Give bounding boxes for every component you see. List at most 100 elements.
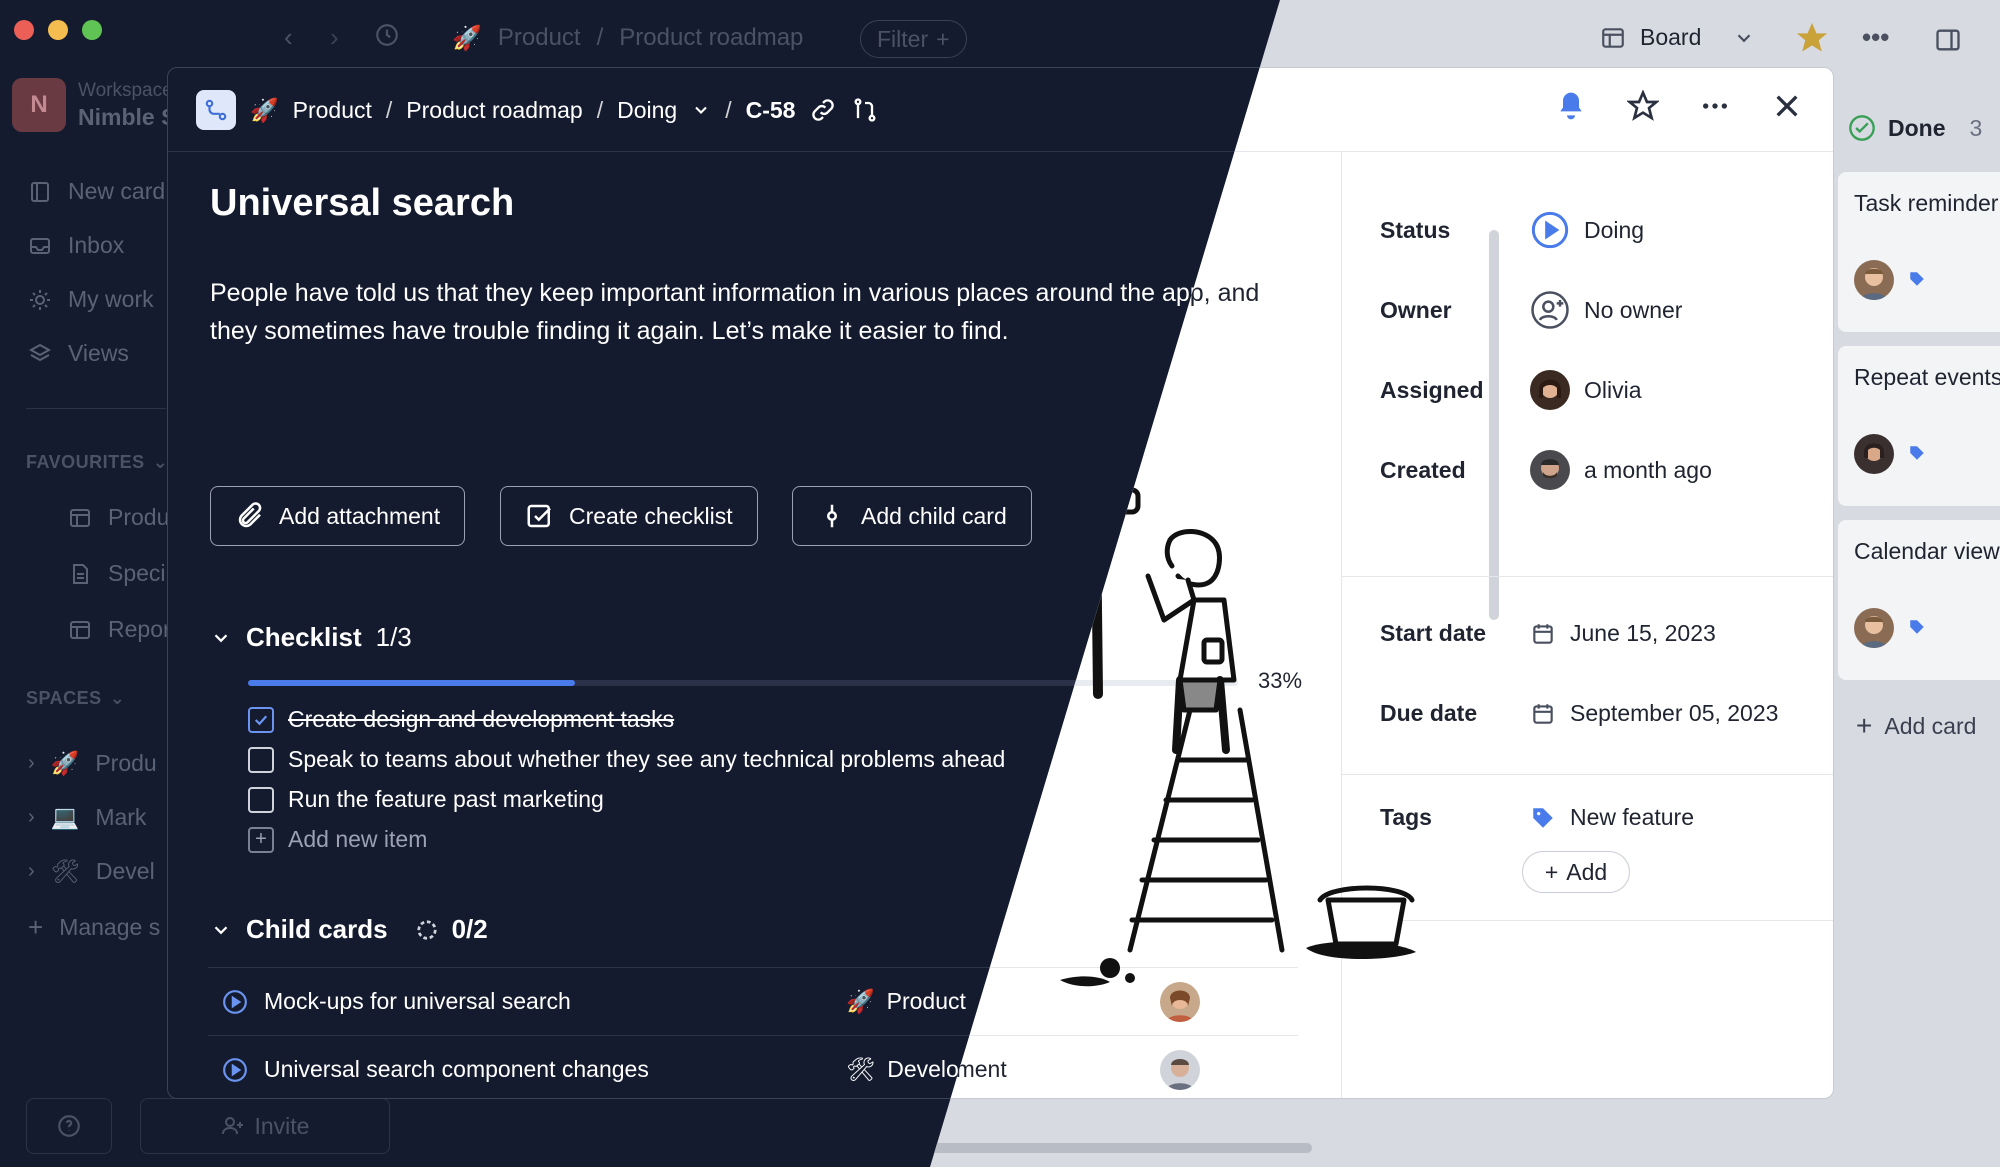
space-item[interactable]: › 🚀 Produ bbox=[28, 750, 157, 777]
new-card-icon bbox=[31, 181, 49, 202]
favourite-star-icon[interactable] bbox=[1796, 22, 1828, 54]
created-value: a month ago bbox=[1584, 456, 1712, 483]
assignee-avatar[interactable] bbox=[1160, 1049, 1200, 1090]
breadcrumb-space[interactable]: Product bbox=[293, 97, 372, 124]
add-child-card-label: Add child card bbox=[861, 502, 1007, 529]
forward-arrow-icon[interactable]: › bbox=[330, 22, 339, 53]
close-icon[interactable] bbox=[1771, 90, 1803, 122]
status-row[interactable]: Status Doing bbox=[1380, 210, 1644, 250]
checklist-checkbox[interactable] bbox=[248, 706, 274, 733]
more-options-icon[interactable] bbox=[1699, 90, 1731, 122]
filter-button[interactable]: Filter + bbox=[860, 20, 967, 58]
checklist-checkbox[interactable] bbox=[248, 746, 274, 773]
card-description[interactable]: People have told us that they keep impor… bbox=[210, 274, 1270, 350]
space-item[interactable]: › 🛠 Devel bbox=[28, 858, 155, 885]
due-date-value: September 05, 2023 bbox=[1570, 700, 1779, 726]
tools-icon: 🛠 bbox=[846, 1056, 876, 1082]
board-card[interactable]: Calendar view bbox=[1838, 520, 2000, 680]
start-date-value: June 15, 2023 bbox=[1570, 620, 1716, 646]
sidebar-item-label: Views bbox=[68, 340, 129, 366]
favourites-section-header[interactable]: FAVOURITES ⌄ bbox=[26, 452, 168, 473]
assigned-label: Assigned bbox=[1380, 376, 1484, 403]
view-label: Board bbox=[1640, 24, 1702, 50]
done-column-header[interactable]: Done 3 bbox=[1848, 114, 1982, 142]
rocket-icon: 🚀 bbox=[250, 96, 279, 123]
minimize-window-dot[interactable] bbox=[48, 20, 68, 40]
breadcrumb-column[interactable]: Doing bbox=[617, 97, 677, 124]
document-icon bbox=[73, 563, 88, 584]
manage-spaces-item[interactable]: + Manage s bbox=[28, 912, 160, 943]
help-button[interactable] bbox=[26, 1098, 112, 1154]
more-options-icon[interactable]: ••• bbox=[1862, 22, 1889, 53]
board-card[interactable]: Task reminder bbox=[1838, 172, 2000, 332]
board-card[interactable]: Repeat events bbox=[1838, 346, 2000, 506]
tag-icon bbox=[1533, 807, 1553, 828]
tools-icon: 🛠 bbox=[50, 858, 80, 884]
manage-spaces-label: Manage s bbox=[59, 914, 161, 940]
favourite-item[interactable]: Produ bbox=[68, 504, 169, 531]
add-child-card-button[interactable]: Add child card bbox=[792, 486, 1032, 546]
maximize-window-dot[interactable] bbox=[82, 20, 102, 40]
card-title[interactable]: Universal search bbox=[210, 182, 514, 225]
toolbar-breadcrumb-space[interactable]: Product bbox=[498, 24, 581, 53]
workspace-avatar[interactable]: N bbox=[12, 78, 66, 132]
plus-box-icon: + bbox=[248, 826, 274, 853]
invite-button[interactable]: Invite bbox=[140, 1098, 390, 1154]
sidebar-item-new-card[interactable]: New card bbox=[28, 178, 165, 205]
add-card-label: Add card bbox=[1884, 712, 1977, 739]
chevron-down-icon bbox=[214, 925, 228, 934]
favourite-label: Speci bbox=[108, 560, 166, 586]
add-checklist-item[interactable]: + Add new item bbox=[248, 826, 427, 853]
tag-chip[interactable]: New feature bbox=[1530, 804, 1694, 831]
workspace-name[interactable]: Nimble S bbox=[78, 104, 176, 131]
checklist-header[interactable]: Checklist 1/3 bbox=[210, 622, 412, 653]
owner-row[interactable]: Owner No owner bbox=[1380, 290, 1682, 330]
toolbar-breadcrumb-board[interactable]: Product roadmap bbox=[619, 24, 803, 53]
checklist-checkbox[interactable] bbox=[248, 786, 274, 813]
bell-icon[interactable] bbox=[1555, 90, 1587, 122]
spaces-label: SPACES bbox=[26, 688, 102, 708]
spaces-section-header[interactable]: SPACES ⌄ bbox=[26, 688, 125, 709]
plus-icon: + bbox=[1544, 858, 1559, 885]
sidebar-item-label: My work bbox=[68, 286, 154, 312]
card-link-icon[interactable] bbox=[196, 90, 236, 130]
git-branch-icon[interactable] bbox=[851, 96, 879, 124]
done-column-title: Done bbox=[1888, 114, 1946, 141]
rocket-icon: 🚀 bbox=[452, 25, 482, 52]
back-arrow-icon[interactable]: ‹ bbox=[284, 22, 293, 53]
sidebar-toggle-icon[interactable] bbox=[1934, 26, 1962, 54]
sidebar-item-views[interactable]: Views bbox=[28, 340, 129, 367]
assigned-row[interactable]: Assigned Olivia bbox=[1380, 370, 1642, 410]
add-attachment-button[interactable]: Add attachment bbox=[210, 486, 466, 546]
history-icon[interactable] bbox=[374, 22, 400, 48]
star-icon[interactable] bbox=[1627, 90, 1659, 122]
child-card-project-label: Product bbox=[886, 988, 966, 1014]
breadcrumb-board[interactable]: Product roadmap bbox=[406, 97, 582, 124]
checklist-item[interactable]: Speak to teams about whether they see an… bbox=[248, 746, 1005, 773]
favourite-item[interactable]: Repor bbox=[68, 616, 171, 643]
add-tag-button[interactable]: + Add bbox=[1522, 851, 1630, 893]
close-window-dot[interactable] bbox=[14, 20, 34, 40]
favourite-item[interactable]: Speci bbox=[68, 560, 166, 587]
create-checklist-button[interactable]: Create checklist bbox=[500, 486, 758, 546]
checklist-item[interactable]: Run the feature past marketing bbox=[248, 786, 604, 813]
checklist-item[interactable]: Create design and development tasks bbox=[248, 706, 674, 733]
inbox-icon bbox=[30, 237, 50, 254]
calendar-icon bbox=[1533, 623, 1553, 644]
checklist-title: Checklist bbox=[246, 622, 362, 652]
space-item[interactable]: › 💻 Mark bbox=[28, 804, 146, 831]
sidebar-item-my-work[interactable]: My work bbox=[28, 286, 154, 313]
status-doing-icon bbox=[223, 1057, 247, 1082]
sidebar-item-inbox[interactable]: Inbox bbox=[28, 232, 124, 259]
add-item-label: Add new item bbox=[288, 826, 428, 852]
link-icon[interactable] bbox=[809, 96, 837, 124]
board-card-title: Calendar view bbox=[1854, 538, 2000, 564]
add-card-button[interactable]: + Add card bbox=[1856, 710, 1976, 742]
sidebar-item-label: New card bbox=[68, 178, 166, 204]
space-label: Mark bbox=[95, 804, 147, 830]
create-checklist-label: Create checklist bbox=[569, 502, 733, 529]
rocket-icon: 🚀 bbox=[846, 988, 875, 1014]
chevron-down-icon[interactable] bbox=[691, 100, 711, 120]
view-switcher[interactable]: Board bbox=[1600, 24, 1755, 51]
child-cards-header[interactable]: Child cards 0/2 bbox=[210, 914, 488, 945]
